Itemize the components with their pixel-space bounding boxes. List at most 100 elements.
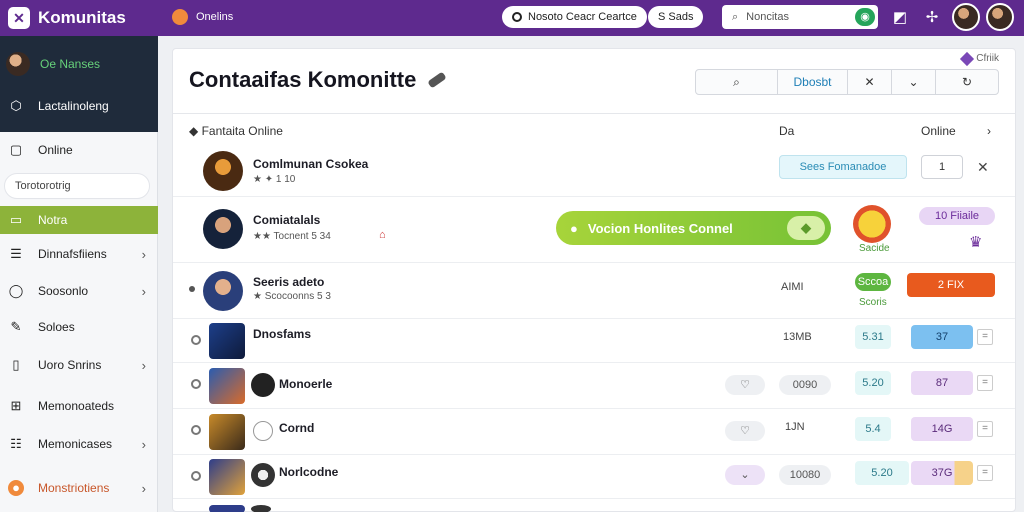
star-icon: ★ ✦ [253, 174, 276, 185]
toolbar-search-button[interactable]: ⌕ [696, 70, 778, 94]
main-toolbar: ⌕ Dbosbt ✕ ⌄ ↻ [695, 69, 999, 95]
filter-pill-left[interactable]: Nosoto Ceacr Ceartce [502, 6, 647, 28]
chevron-right-icon: › [141, 246, 146, 262]
menu-icon[interactable]: = [977, 465, 993, 481]
row-value: AIMI [781, 281, 804, 293]
row-quantity-field[interactable]: 1 [921, 155, 963, 179]
table-row[interactable]: Comlmunan Csokea ★ ✦ 1 10 Sees Fomanadoe… [173, 141, 1015, 197]
avatar [251, 463, 275, 487]
search-go-button[interactable]: ◉ [855, 8, 875, 26]
table-row[interactable]: Cornd ♡ 1JN 5.4 14G = [173, 409, 1015, 455]
toolbar-dbosbt-button[interactable]: Dbosbt [778, 70, 848, 94]
table-row[interactable]: Monoerle ♡ 0090 5.20 87 = [173, 363, 1015, 409]
column-header-da: Da [779, 124, 795, 138]
sidebar-header: Oe Nanses ⬡ Lactalinoleng [0, 36, 158, 132]
crown-icon[interactable]: ♛ [969, 233, 982, 251]
pill-left-label: Nosoto Ceacr Ceartce [528, 11, 637, 23]
sidebar-item-online[interactable]: ▢ Online [0, 136, 158, 164]
toolbar-chevron-button[interactable]: ⌄ [892, 70, 936, 94]
page-title: Contaaifas Komonitte [189, 67, 448, 93]
pill-right-label: S Sads [658, 11, 694, 23]
row-sub-text: Scocoonns 5 3 [264, 291, 331, 302]
dot-icon: ● [570, 220, 578, 236]
connect-button[interactable]: ◆ [787, 216, 825, 240]
bookmark-icon[interactable]: ◩ [890, 8, 910, 28]
sidebar-item-label: Lactalinoleng [38, 99, 109, 113]
row-status-chip[interactable]: Sccoa [855, 273, 891, 291]
sidebar-search-label: Torotorotrig [15, 180, 71, 192]
sidebar-item-notra[interactable]: ▭ Notra [0, 206, 158, 234]
star-icon: ★ [253, 291, 265, 302]
top-search-input[interactable]: ⌕ Noncitas ◉ [722, 5, 878, 29]
table-row[interactable]: Norlcodne ⌄ 10080 5.20 37G = [173, 455, 1015, 499]
sidebar-item-soloes[interactable]: ✎ Soloes [0, 313, 158, 341]
radio-icon[interactable] [191, 425, 201, 435]
note-icon: ▭ [9, 212, 23, 227]
edit-icon[interactable] [427, 71, 448, 89]
game-thumbnail [209, 414, 245, 450]
sidebar-search[interactable]: Torotorotrig [4, 173, 150, 199]
column-header-online: Online [921, 124, 956, 138]
pin-icon: ◆ [189, 124, 202, 138]
user-avatar-2[interactable] [986, 3, 1014, 31]
app-logo-icon[interactable]: ✕ [8, 7, 30, 29]
menu-icon[interactable]: = [977, 421, 993, 437]
game-thumbnail [209, 459, 245, 495]
table-row[interactable]: Dnosfams 13MB 5.31 37 = [173, 319, 1015, 363]
filter-pill-right[interactable]: S Sads [648, 6, 704, 28]
row-chip[interactable]: Sees Fomanadoe [779, 155, 907, 179]
sidebar-item-memonoateds[interactable]: ⊞ Memonoateds [0, 392, 158, 420]
toolbar-refresh-button[interactable]: ↻ [936, 70, 998, 94]
close-icon[interactable]: ✕ [977, 159, 989, 176]
top-link[interactable]: Cfriik [960, 51, 999, 66]
row-bar-value: 37 [911, 325, 973, 349]
status-label: Onelins [196, 11, 234, 23]
avatar [251, 373, 275, 397]
wrench-icon: ✎ [10, 319, 22, 334]
banner-label: Vocion Honlites Connel [587, 220, 733, 236]
menu-icon[interactable]: = [977, 329, 993, 345]
row-tag: Sacide [859, 243, 890, 254]
sidebar-user[interactable]: Oe Nanses [0, 48, 158, 80]
game-thumbnail [209, 368, 245, 404]
sidebar-item-dinnafsfiiens[interactable]: ☰ Dinnafsfiiens › [0, 240, 158, 268]
user-avatar[interactable] [952, 3, 980, 31]
column-header-name: ◆ Fantaita Online [189, 124, 283, 138]
sidebar-item-lactalinoleng[interactable]: ⬡ Lactalinoleng [0, 92, 158, 120]
circle-info-icon: ◯ [8, 283, 24, 298]
sidebar-item-monstriotiens[interactable]: ● Monstriotiens › [0, 474, 158, 502]
row-name: Dnosfams [253, 327, 312, 341]
heart-icon[interactable]: ♡ [725, 375, 765, 395]
sidebar-item-memonicases[interactable]: ☷ Memonicases › [0, 430, 158, 458]
chevron-down-icon: ⌄ [908, 75, 919, 89]
grid-icon[interactable]: ✢ [922, 8, 942, 28]
radio-icon[interactable] [191, 335, 201, 345]
radio-icon[interactable] [191, 379, 201, 389]
sidebar-item-uoro-snrins[interactable]: ▯ Uoro Snrins › [0, 351, 158, 379]
radio-icon[interactable] [191, 471, 201, 481]
close-icon: ✕ [864, 75, 875, 89]
row-sub-text: Tocnent 5 34 [273, 231, 331, 242]
avatar [203, 209, 243, 249]
chevron-right-icon[interactable]: › [987, 124, 991, 138]
sidebar-item-soosonlo[interactable]: ◯ Soosonlo › [0, 277, 158, 305]
connect-banner[interactable]: ● Vocion Honlites Connel ◆ [556, 211, 831, 245]
sidebar-item-label: Dinnafsfiiens [38, 247, 107, 261]
row-tag-chip[interactable]: 10 Fiiaile [919, 207, 995, 225]
status-dot-icon [172, 9, 188, 25]
sidebar-item-label: Soosonlo [38, 284, 89, 298]
chevron-down-icon[interactable]: ⌄ [725, 465, 765, 485]
toolbar-close-button[interactable]: ✕ [848, 70, 892, 94]
row-action-chip[interactable]: 2 FIX [907, 273, 995, 297]
row-name: Comiatalals [253, 213, 321, 227]
row-value: 13MB [783, 331, 812, 343]
heart-icon[interactable]: ♡ [725, 421, 765, 441]
search-icon: ⌕ [733, 74, 740, 89]
avatar [203, 271, 243, 311]
menu-icon[interactable]: = [977, 375, 993, 391]
star-icon: ★★ [253, 231, 274, 242]
row-score: 5.31 [855, 325, 891, 349]
list-icon: ☰ [10, 246, 22, 261]
sidebar: Oe Nanses ⬡ Lactalinoleng ▢ Online Torot… [0, 36, 158, 512]
table-row[interactable]: Seeris adeto ★ Scocoonns 5 3 AIMI Sccoa … [173, 263, 1015, 319]
